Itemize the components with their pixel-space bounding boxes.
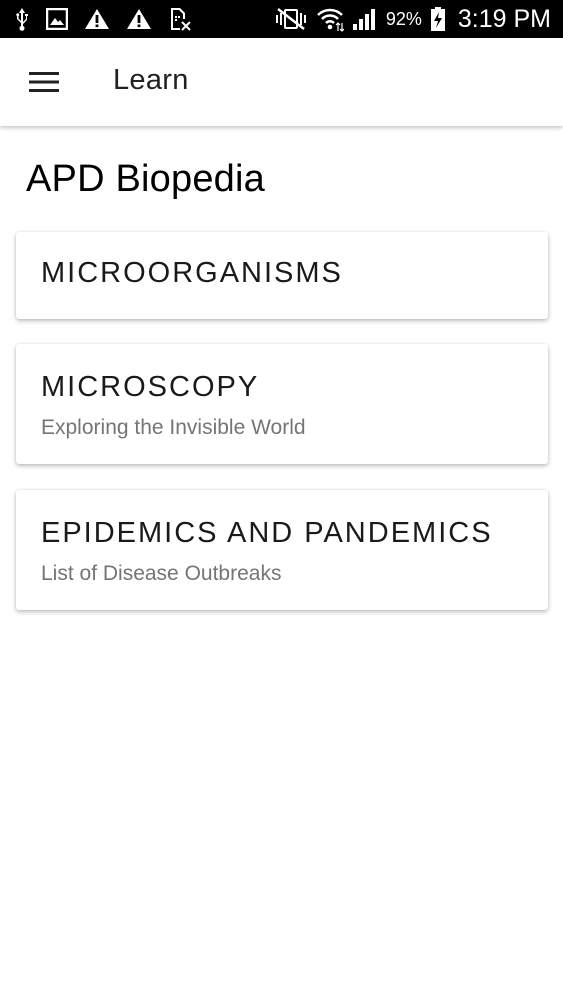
card-microorganisms[interactable]: MICROORGANISMS: [16, 232, 548, 319]
card-subtitle: List of Disease Outbreaks: [41, 562, 282, 585]
vibrate-mute-icon: [275, 8, 306, 30]
app-bar-title: Learn: [113, 64, 189, 96]
card-epidemics-and-pandemics[interactable]: EPIDEMICS AND PANDEMICS List of Disease …: [16, 490, 548, 610]
page-title: APD Biopedia: [26, 158, 265, 200]
no-sim-icon: [171, 8, 191, 31]
status-bar: 92% 3:19 PM: [0, 0, 563, 38]
battery-percent: 92%: [385, 8, 422, 29]
signal-icon: [352, 9, 375, 30]
card-microscopy[interactable]: MICROSCOPY Exploring the Invisible World: [16, 344, 548, 464]
card-title: EPIDEMICS AND PANDEMICS: [41, 517, 493, 549]
warning-icon: [127, 9, 151, 29]
card-title: MICROSCOPY: [41, 371, 260, 403]
warning-icon: [85, 9, 109, 29]
clock-time: 3:19 PM: [457, 4, 551, 33]
usb-icon: [16, 8, 28, 31]
image-icon: [46, 8, 68, 30]
menu-button[interactable]: [22, 60, 66, 104]
app-bar: Learn: [0, 38, 563, 126]
card-subtitle: Exploring the Invisible World: [41, 416, 306, 439]
card-title: MICROORGANISMS: [41, 257, 343, 289]
hamburger-menu-icon: [29, 72, 59, 92]
battery-charging-icon: [430, 7, 445, 31]
wifi-icon: [316, 8, 344, 32]
